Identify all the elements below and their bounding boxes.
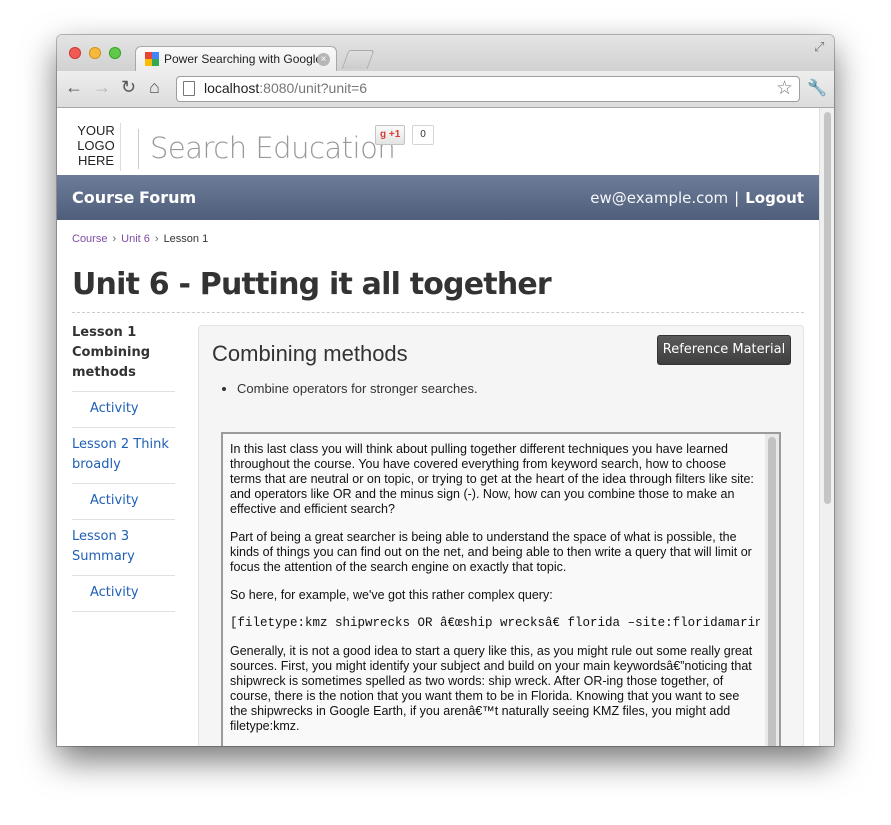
sidebar-activity-3[interactable]: Activity xyxy=(72,576,175,612)
google-favicon-icon xyxy=(145,52,159,66)
reload-icon[interactable]: ↻ xyxy=(121,77,136,97)
bookmark-star-icon[interactable]: ☆ xyxy=(776,77,793,100)
wrench-menu-icon[interactable]: 🔧 xyxy=(807,78,827,98)
transcript-paragraph: Generally, it is not a good idea to star… xyxy=(230,644,753,733)
transcript-scroll-thumb[interactable] xyxy=(768,437,776,746)
sidebar-activity-2[interactable]: Activity xyxy=(72,484,175,520)
tab-strip: Power Searching with Google × ⤢ xyxy=(57,35,834,72)
transcript-paragraph: Part of being a great searcher is being … xyxy=(230,530,752,574)
nav-forum-link[interactable]: Forum xyxy=(139,188,196,207)
user-email: ew@example.com xyxy=(590,189,729,207)
page-scroll-thumb[interactable] xyxy=(824,112,831,504)
transcript-text: In this last class you will think about … xyxy=(230,442,760,746)
sidebar-activity-1[interactable]: Activity xyxy=(72,392,175,428)
logout-link[interactable]: Logout xyxy=(745,189,804,207)
transcript-paragraph: In this last class you will think about … xyxy=(230,442,754,516)
sidebar-lesson-1: Lesson 1 Combining methods xyxy=(72,323,175,392)
tab-title: Power Searching with Google xyxy=(164,52,323,66)
transcript-query: [filetype:kmz shipwrecks OR â€œship wrec… xyxy=(230,616,760,630)
objective-item: Combine operators for stronger searches. xyxy=(237,381,478,396)
plus-one-count: 0 xyxy=(412,125,434,145)
address-bar[interactable]: localhost:8080/unit?unit=6 ☆ xyxy=(176,76,800,102)
window-zoom-button[interactable] xyxy=(109,47,121,59)
page-scrollbar[interactable] xyxy=(819,108,834,746)
tab-close-icon[interactable]: × xyxy=(317,53,330,66)
lesson-panel: Combining methods Reference Material Com… xyxy=(198,325,804,746)
breadcrumb-course[interactable]: Course xyxy=(72,233,107,245)
fullscreen-icon[interactable]: ⤢ xyxy=(814,39,824,55)
browser-window: Power Searching with Google × ⤢ ← → ↻ ⌂ … xyxy=(57,35,834,746)
url-text: localhost:8080/unit?unit=6 xyxy=(204,80,368,96)
browser-toolbar: ← → ↻ ⌂ localhost:8080/unit?unit=6 ☆ 🔧 xyxy=(57,71,834,108)
breadcrumb-current: Lesson 1 xyxy=(163,233,209,245)
lesson-title: Combining methods xyxy=(212,341,408,366)
transcript-box[interactable]: In this last class you will think about … xyxy=(221,432,781,746)
forward-arrow-icon[interactable]: → xyxy=(93,77,111,97)
home-icon[interactable]: ⌂ xyxy=(149,77,160,97)
sidebar-lesson-3[interactable]: Lesson 3 Summary xyxy=(72,520,175,576)
breadcrumb-unit[interactable]: Unit 6 xyxy=(121,233,150,245)
reference-material-button[interactable]: Reference Material xyxy=(657,335,791,365)
objectives-list: Combine operators for stronger searches. xyxy=(237,381,478,396)
browser-tab[interactable]: Power Searching with Google × xyxy=(135,46,337,72)
user-area: ew@example.com | Logout xyxy=(590,189,804,207)
transcript-scrollbar[interactable] xyxy=(765,434,779,746)
nav-course-link[interactable]: Course xyxy=(72,188,134,207)
window-close-button[interactable] xyxy=(69,47,81,59)
transcript-paragraph: So here, for example, we've got this rat… xyxy=(230,588,553,602)
site-header: YOUR LOGO HERE Search Education g +1 0 xyxy=(57,108,819,175)
back-arrow-icon[interactable]: ← xyxy=(65,77,83,97)
lesson-nav: Lesson 1 Combining methods Activity Less… xyxy=(72,323,175,612)
sidebar-lesson-2[interactable]: Lesson 2 Think broadly xyxy=(72,428,175,484)
logo-placeholder[interactable]: YOUR LOGO HERE xyxy=(72,123,121,171)
page-icon xyxy=(183,81,195,96)
google-plus-one-button[interactable]: g +1 xyxy=(375,125,406,145)
breadcrumb: Course › Unit 6 › Lesson 1 xyxy=(72,233,209,245)
window-minimize-button[interactable] xyxy=(89,47,101,59)
site-title: Search Education xyxy=(138,129,396,169)
page-title: Unit 6 - Putting it all together xyxy=(72,267,804,313)
page-viewport: YOUR LOGO HERE Search Education g +1 0 C… xyxy=(57,108,834,746)
new-tab-button[interactable] xyxy=(341,50,375,69)
main-navbar: Course Forum ew@example.com | Logout xyxy=(57,175,819,220)
google-plus-icon: g xyxy=(380,129,387,140)
